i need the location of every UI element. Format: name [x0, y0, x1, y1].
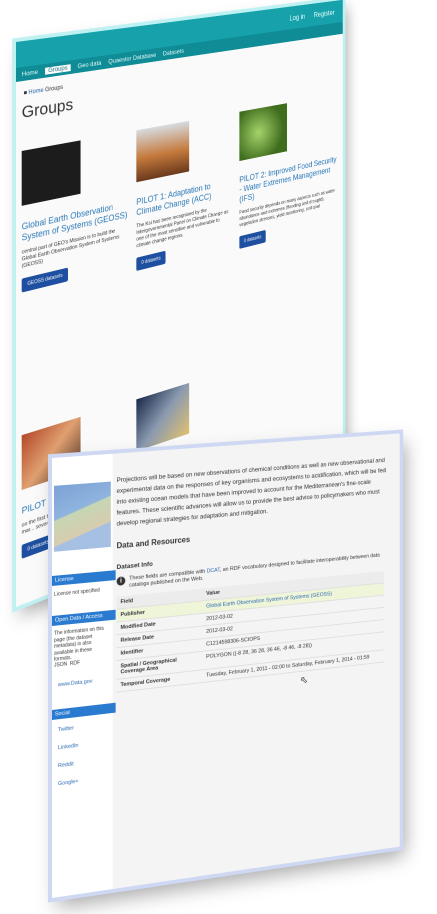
- nav-groups[interactable]: Groups: [45, 63, 71, 75]
- reddit-link[interactable]: Reddit: [58, 761, 74, 769]
- sidebar: License License not specified Open Data …: [52, 453, 116, 898]
- group-image[interactable]: [136, 120, 190, 183]
- group-datasets-button[interactable]: 0 datasets: [239, 229, 266, 249]
- breadcrumb-home[interactable]: Home: [29, 88, 44, 96]
- dataset-page-screenshot: License License not specified Open Data …: [52, 433, 400, 898]
- googleplus-link[interactable]: Google+: [58, 779, 79, 788]
- rdf-link[interactable]: RDF: [70, 660, 80, 667]
- license-text: License not specified: [53, 587, 100, 598]
- nav-datasets[interactable]: Datasets: [163, 48, 184, 58]
- login-link[interactable]: Log in: [290, 12, 306, 22]
- composite-screenshot: Log in Register Home Groups Geo data Qua…: [0, 0, 437, 914]
- group-datasets-button[interactable]: GEOSS datasets: [21, 267, 69, 293]
- open-data-heading: Open Data / Access: [52, 609, 116, 626]
- group-datasets-button[interactable]: 0 datasets: [21, 533, 55, 559]
- group-image[interactable]: [21, 140, 81, 206]
- dataset-info-table: Field Value Publisher Global Earth Obser…: [116, 571, 384, 693]
- nav-geo-data[interactable]: Geo data: [78, 59, 102, 69]
- twitter-link[interactable]: Twitter: [58, 725, 74, 733]
- dataset-description: Projections will be based on new observa…: [116, 457, 386, 528]
- group-image[interactable]: [239, 103, 288, 162]
- mouse-cursor-icon: ⬁: [300, 674, 308, 687]
- linkedin-link[interactable]: LinkedIn: [58, 743, 78, 751]
- group-card[interactable]: PILOT 1: Adaptation to Climate Change (A…: [136, 113, 233, 272]
- group-datasets-button[interactable]: 0 datasets: [136, 250, 166, 272]
- home-icon[interactable]: ■: [24, 90, 27, 96]
- dataset-map[interactable]: [53, 481, 111, 552]
- license-heading: License: [52, 570, 116, 586]
- dcat-link[interactable]: DCAT: [207, 567, 220, 574]
- breadcrumb-current: Groups: [45, 84, 64, 94]
- info-icon: i: [116, 576, 126, 586]
- group-card[interactable]: [136, 369, 233, 452]
- social-heading: Social: [52, 702, 116, 720]
- group-card[interactable]: Global Earth Observation System of Syste…: [21, 132, 130, 293]
- dataset-main: Projections will be based on new observa…: [116, 434, 393, 693]
- nav-home[interactable]: Home: [22, 68, 38, 77]
- group-image[interactable]: [136, 382, 190, 452]
- json-link[interactable]: JSON: [54, 661, 67, 668]
- group-card[interactable]: PILOT 2: Improved Food Security - Water …: [239, 94, 337, 249]
- register-link[interactable]: Register: [314, 8, 335, 19]
- opendata-link[interactable]: www.Data.gov: [58, 679, 93, 689]
